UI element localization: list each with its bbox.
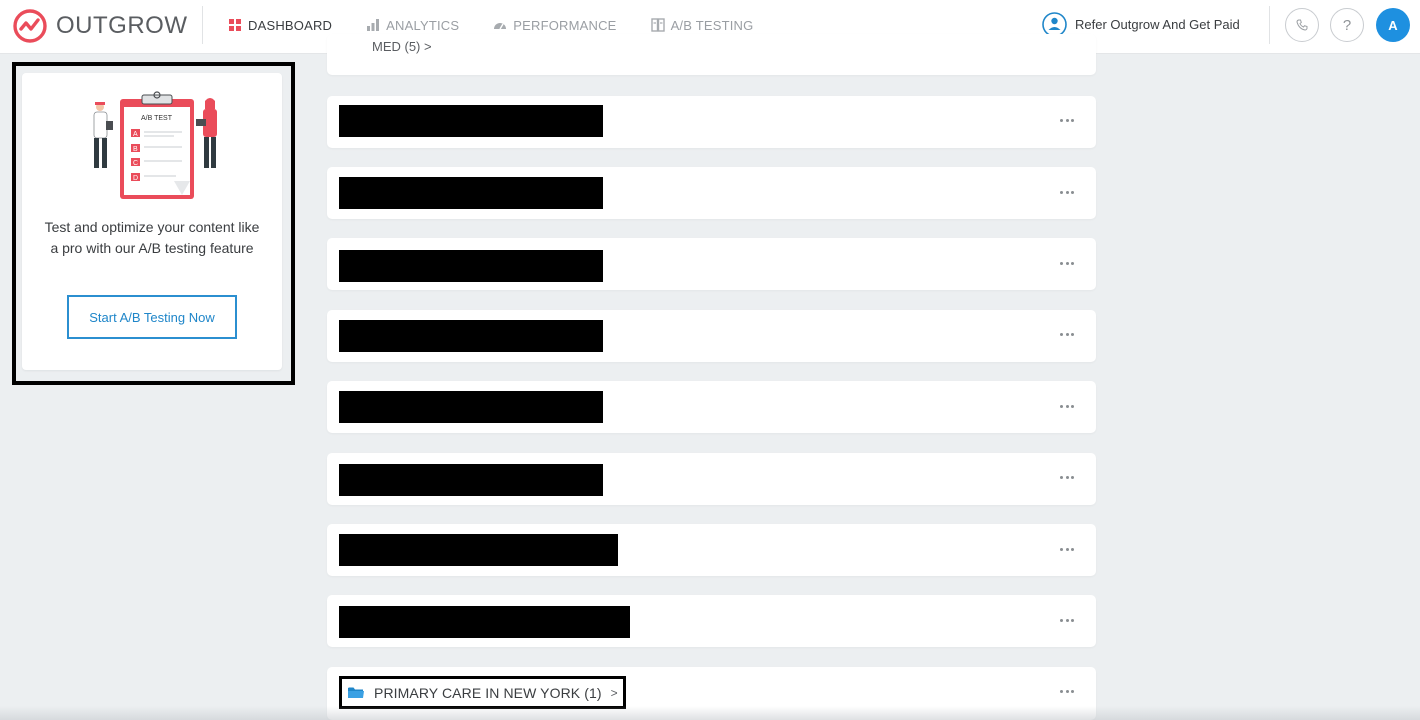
list-item-partial[interactable]: MED (5) > bbox=[327, 34, 1096, 75]
more-options-icon[interactable] bbox=[1060, 473, 1074, 481]
ab-testing-promo-card: A/B TEST A B C D Test and optimize your … bbox=[22, 73, 282, 370]
more-options-icon[interactable] bbox=[1060, 188, 1074, 196]
folder-item-primary-care[interactable]: PRIMARY CARE IN NEW YORK (1) > bbox=[339, 676, 626, 709]
redacted-title bbox=[339, 250, 603, 282]
list-item[interactable] bbox=[327, 310, 1096, 362]
nav-item-analytics[interactable]: ANALYTICS bbox=[366, 18, 459, 33]
nav-item-performance[interactable]: PERFORMANCE bbox=[493, 18, 616, 33]
folder-icon bbox=[348, 687, 364, 698]
list-item[interactable] bbox=[327, 595, 1096, 647]
scroll-shadow bbox=[0, 706, 1420, 720]
nav-item-label: DASHBOARD bbox=[248, 17, 333, 33]
promo-description: Test and optimize your content like a pr… bbox=[44, 219, 260, 256]
list-item[interactable] bbox=[327, 238, 1096, 290]
nav-item-ab-testing[interactable]: A/B TESTING bbox=[650, 17, 754, 33]
option-label: B bbox=[133, 146, 138, 153]
redacted-title bbox=[339, 464, 603, 496]
divider bbox=[202, 6, 203, 44]
more-options-icon[interactable] bbox=[1060, 330, 1074, 338]
more-options-icon[interactable] bbox=[1060, 402, 1074, 410]
list-item[interactable] bbox=[327, 453, 1096, 505]
phone-button[interactable] bbox=[1285, 8, 1319, 42]
ab-test-illustration: A/B TEST A B C D bbox=[93, 91, 217, 199]
redacted-title bbox=[339, 534, 618, 566]
redacted-title bbox=[339, 320, 603, 352]
chevron-right-icon: > bbox=[610, 685, 618, 700]
dashboard-icon bbox=[229, 19, 241, 31]
outgrow-logo[interactable]: OUTGROW bbox=[12, 8, 187, 44]
ab-testing-icon bbox=[650, 18, 665, 32]
list-item[interactable] bbox=[327, 96, 1096, 148]
nav-item-label: PERFORMANCE bbox=[513, 17, 617, 33]
option-label: C bbox=[133, 160, 138, 167]
help-icon: ? bbox=[1342, 16, 1352, 34]
person-left-figure bbox=[93, 102, 113, 168]
list-item[interactable] bbox=[327, 381, 1096, 433]
nav-item-label: A/B TESTING bbox=[670, 17, 754, 33]
redacted-title bbox=[339, 105, 603, 137]
more-options-icon[interactable] bbox=[1060, 545, 1074, 553]
start-ab-testing-button[interactable]: Start A/B Testing Now bbox=[67, 295, 237, 339]
more-options-icon[interactable] bbox=[1060, 616, 1074, 624]
folder-label: PRIMARY CARE IN NEW YORK (1) bbox=[374, 684, 602, 701]
analytics-icon bbox=[367, 19, 380, 31]
more-options-icon[interactable] bbox=[1060, 116, 1074, 124]
more-options-icon[interactable] bbox=[1060, 687, 1074, 695]
illustration-title: A/B TEST bbox=[141, 115, 173, 122]
nav-item-dashboard[interactable]: DASHBOARD bbox=[228, 18, 332, 33]
nav-item-label: ANALYTICS bbox=[386, 17, 460, 33]
divider bbox=[1269, 6, 1270, 44]
brand-name: OUTGROW bbox=[56, 12, 188, 39]
avatar[interactable]: A bbox=[1376, 8, 1410, 42]
redacted-title bbox=[339, 391, 603, 423]
person-right-figure bbox=[196, 98, 217, 168]
redacted-title bbox=[339, 606, 630, 638]
list-item[interactable] bbox=[327, 524, 1096, 576]
help-button[interactable]: ? bbox=[1330, 8, 1364, 42]
list-item[interactable] bbox=[327, 167, 1096, 219]
refer-label: Refer Outgrow And Get Paid bbox=[1075, 17, 1240, 32]
avatar-initial: A bbox=[1388, 17, 1398, 33]
phone-icon bbox=[1296, 19, 1308, 31]
outgrow-logo-icon bbox=[13, 9, 47, 43]
redacted-title bbox=[339, 177, 603, 209]
more-options-icon[interactable] bbox=[1060, 259, 1074, 267]
option-label: D bbox=[133, 175, 138, 182]
list-item-label: MED (5) > bbox=[372, 39, 432, 54]
performance-icon bbox=[494, 23, 507, 30]
option-label: A bbox=[133, 131, 138, 138]
